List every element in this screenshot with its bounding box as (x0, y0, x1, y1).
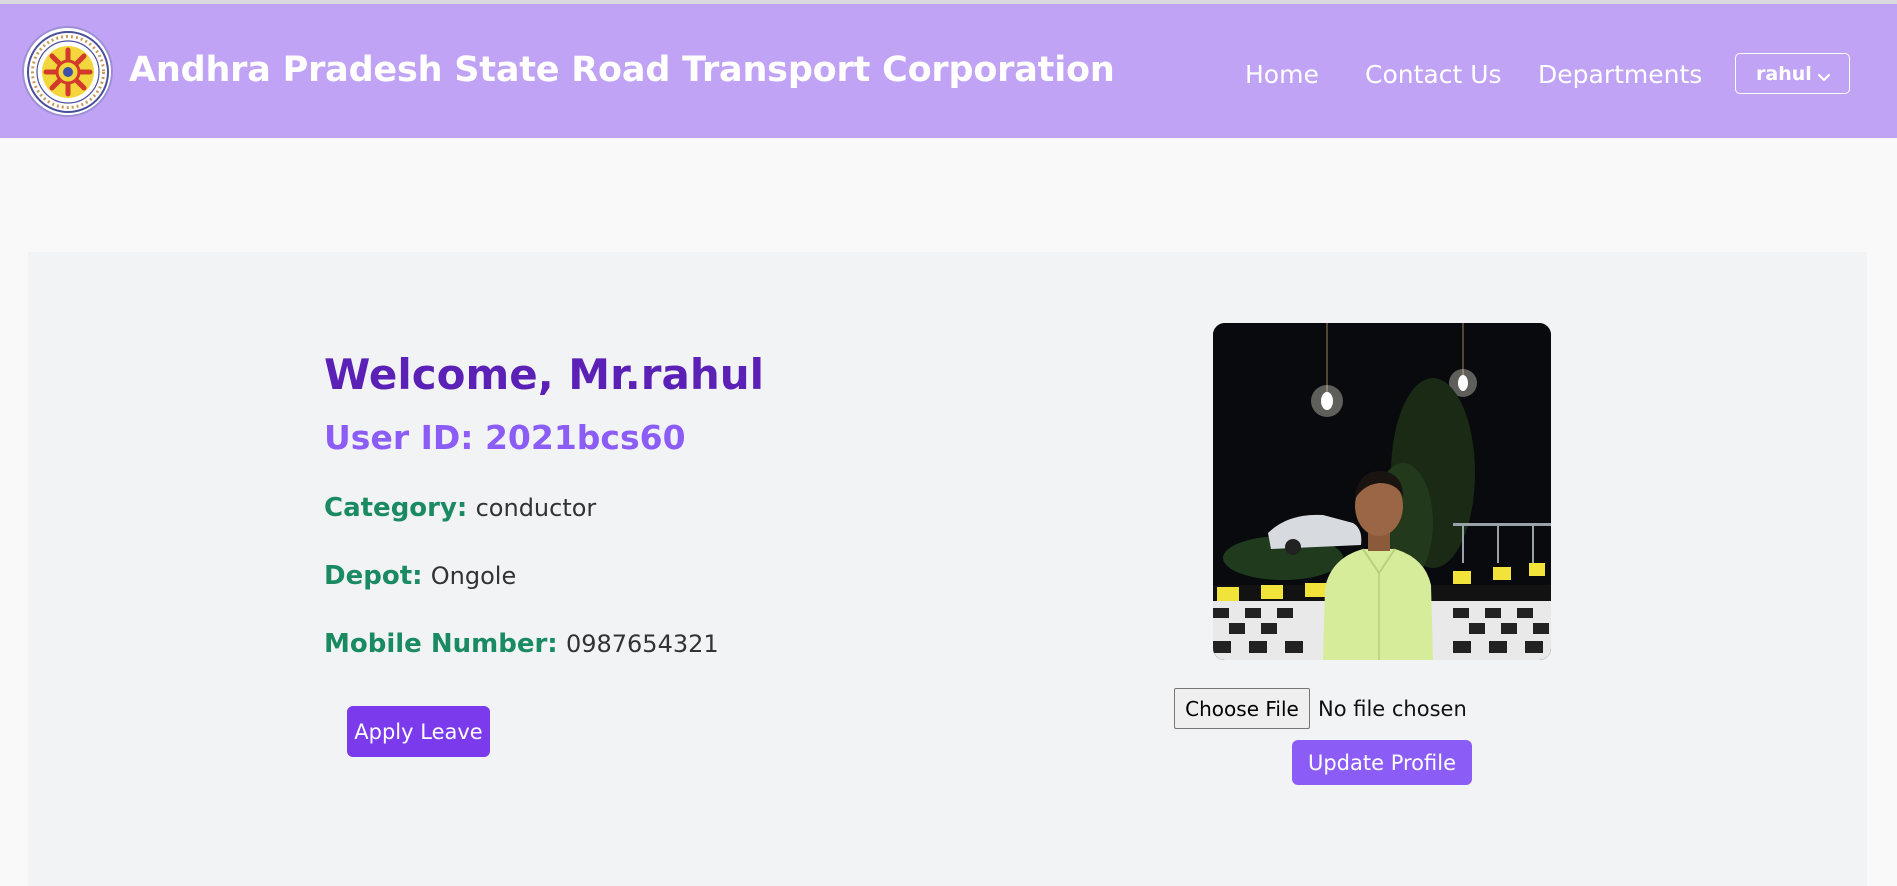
profile-photo (1213, 323, 1551, 660)
apsrtc-emblem-icon[interactable] (22, 26, 113, 117)
category-value: conductor (475, 494, 597, 522)
nav-departments-link[interactable]: Departments (1538, 60, 1702, 89)
nav-contact-link[interactable]: Contact Us (1365, 60, 1502, 89)
user-menu-label: rahul (1756, 62, 1812, 85)
chevron-down-icon (1817, 67, 1831, 89)
category-label: Category: (324, 493, 468, 523)
mobile-field: Mobile Number: 0987654321 (324, 629, 719, 659)
welcome-heading: Welcome, Mr.rahul (324, 350, 765, 399)
depot-field: Depot: Ongole (324, 561, 516, 591)
apply-leave-button[interactable]: Apply Leave (347, 706, 490, 757)
file-status-text: No file chosen (1318, 696, 1467, 721)
depot-label: Depot: (324, 561, 423, 591)
profile-panel (28, 252, 1867, 886)
update-profile-button[interactable]: Update Profile (1292, 740, 1472, 785)
mobile-label: Mobile Number: (324, 629, 558, 659)
user-id-heading: User ID: 2021bcs60 (324, 418, 686, 457)
category-field: Category: conductor (324, 493, 596, 523)
depot-value: Ongole (430, 562, 517, 590)
site-title: Andhra Pradesh State Road Transport Corp… (129, 50, 1115, 90)
choose-file-button[interactable]: Choose File (1174, 688, 1310, 729)
mobile-value: 0987654321 (565, 630, 719, 658)
navbar: Andhra Pradesh State Road Transport Corp… (0, 4, 1897, 138)
user-menu-dropdown[interactable]: rahul (1735, 53, 1850, 94)
file-input: Choose File No file chosen (1174, 688, 1467, 729)
nav-home-link[interactable]: Home (1245, 60, 1319, 89)
